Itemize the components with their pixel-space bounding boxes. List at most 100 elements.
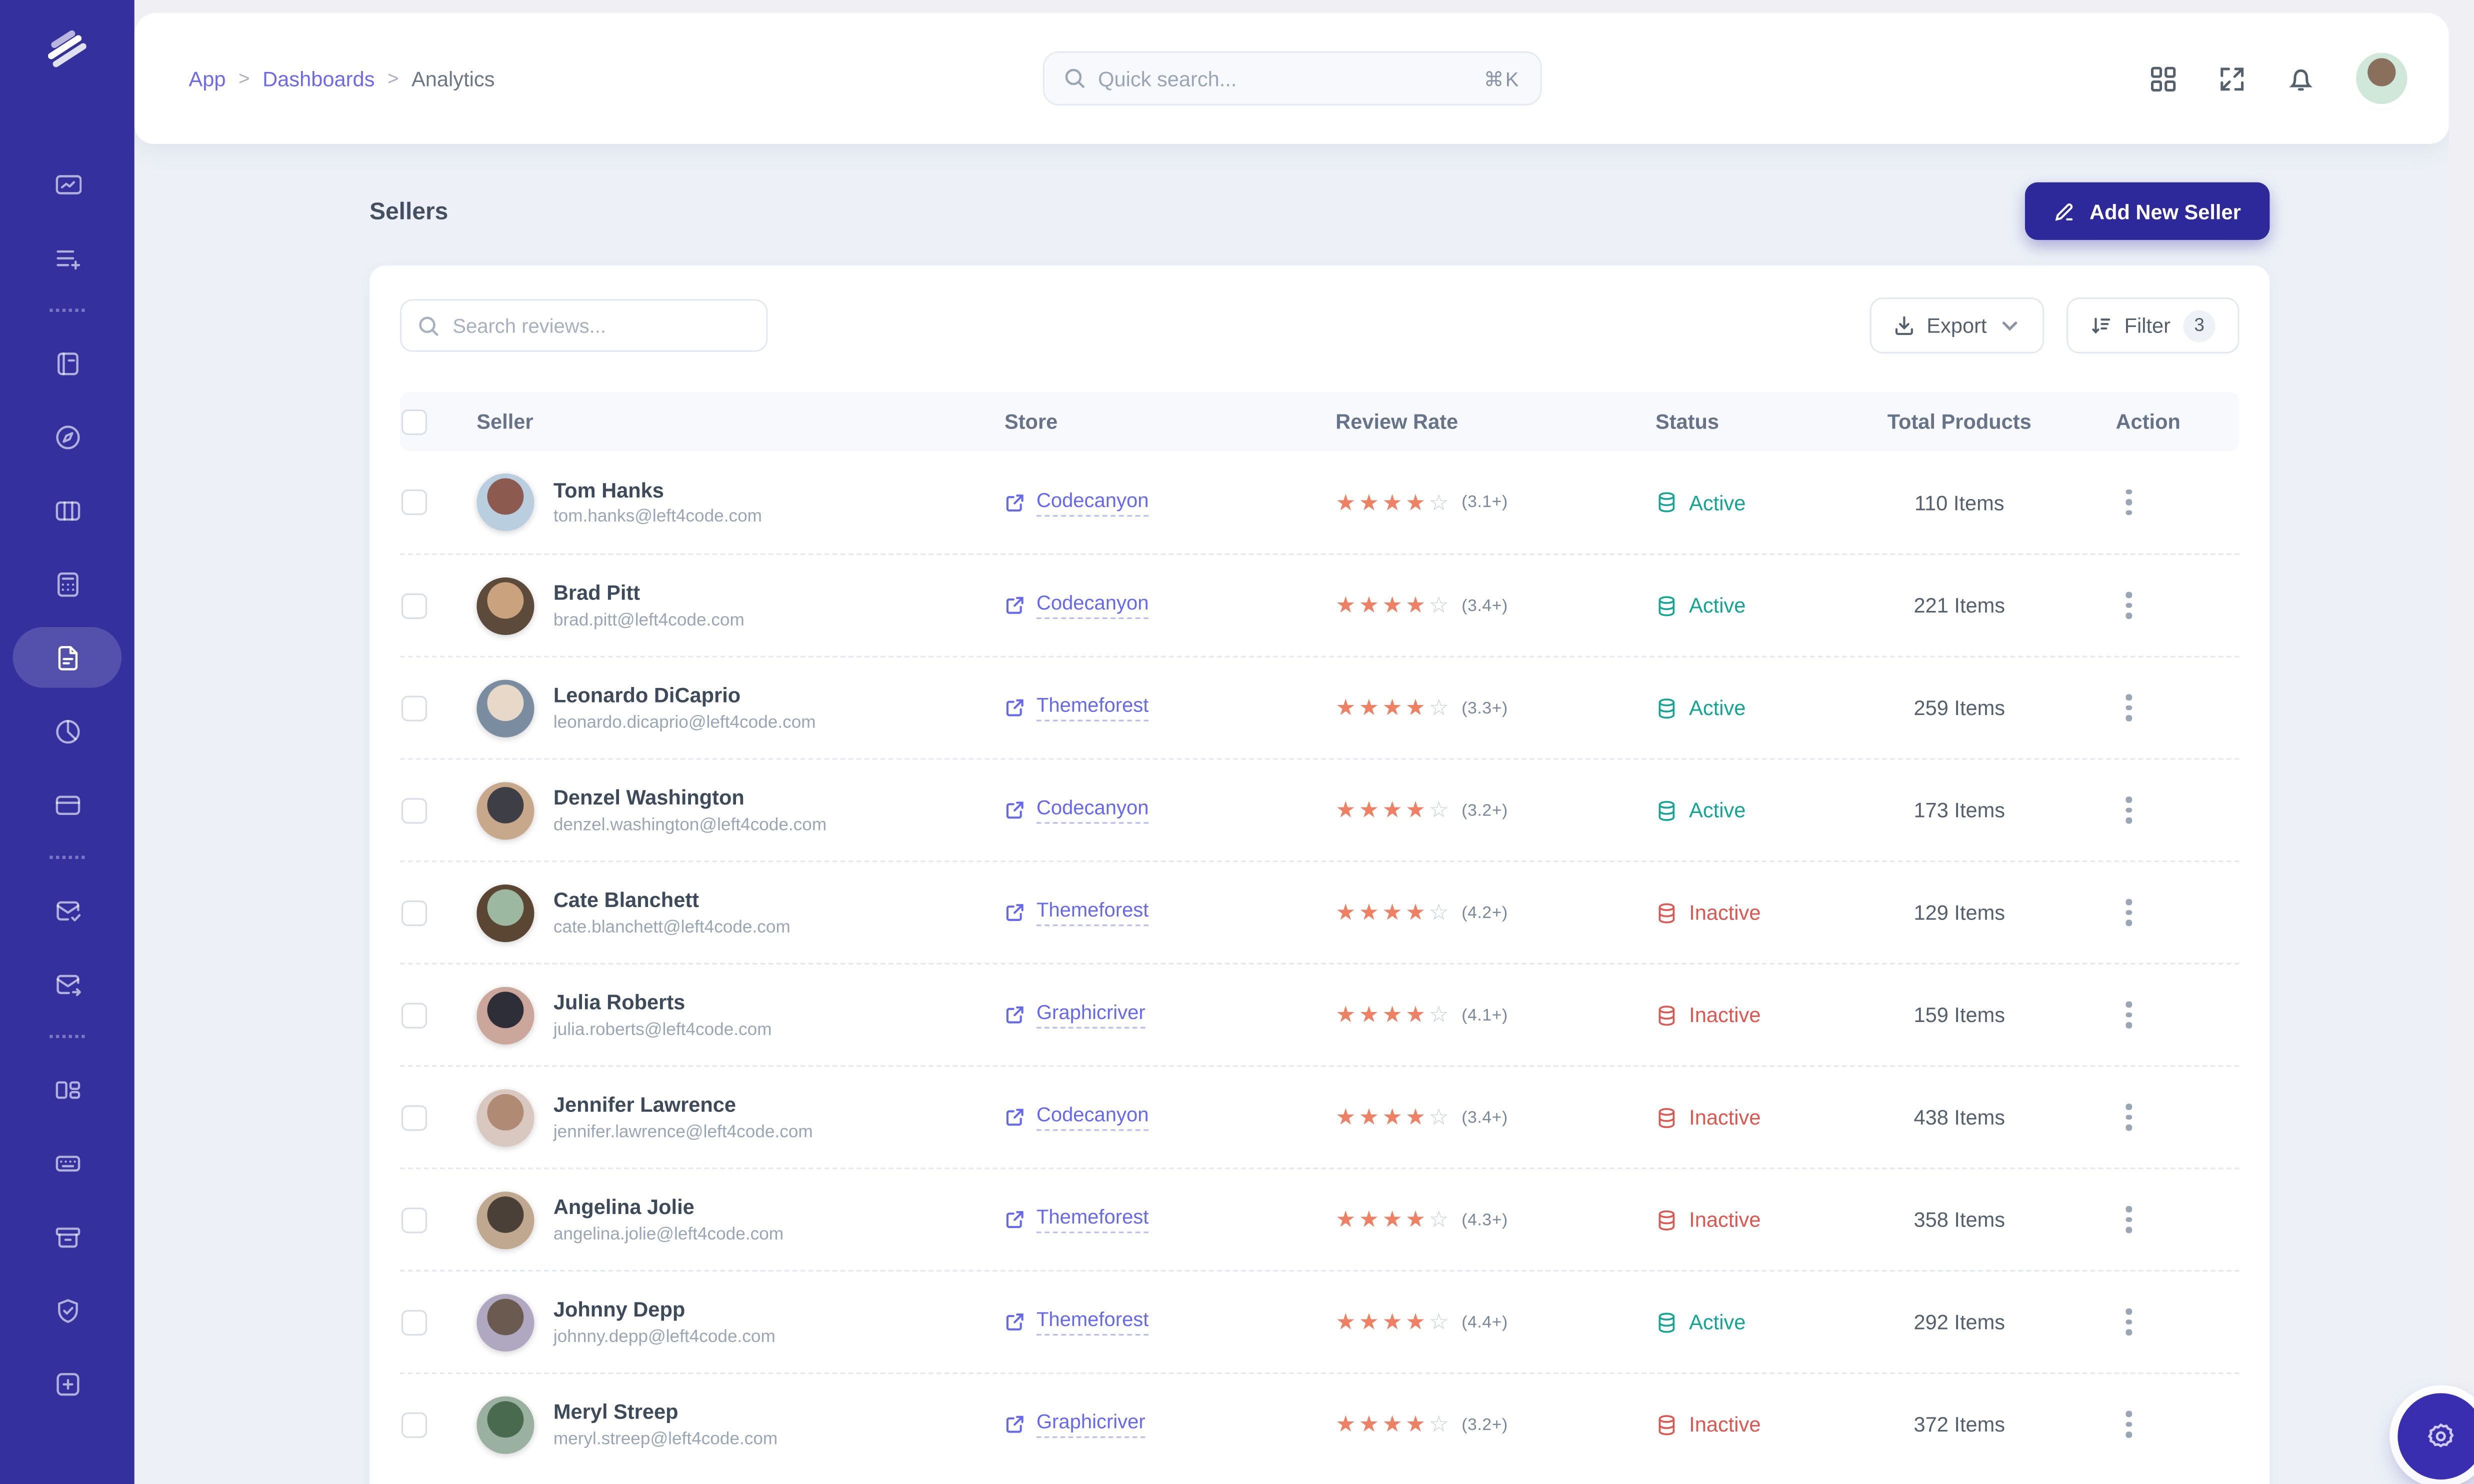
- row-actions-menu-icon[interactable]: [2120, 482, 2138, 522]
- seller-name[interactable]: Denzel Washington: [554, 786, 826, 810]
- apps-grid-icon[interactable]: [2150, 65, 2176, 92]
- sidebar-item-notebook[interactable]: [13, 332, 122, 394]
- export-button[interactable]: Export: [1869, 298, 2044, 354]
- breadcrumb-dashboards[interactable]: Dashboards: [262, 66, 374, 90]
- sidebar-divider: [50, 308, 85, 312]
- star-empty-icon: ☆: [1428, 898, 1449, 925]
- sidebar-item-layout-columns[interactable]: [13, 480, 122, 541]
- seller-avatar[interactable]: [476, 884, 534, 942]
- store-link[interactable]: Themeforest: [1036, 899, 1149, 926]
- star-filled-icon: ★: [1405, 898, 1426, 925]
- seller-name[interactable]: Meryl Streep: [554, 1400, 778, 1424]
- search-reviews-input[interactable]: Search reviews...: [400, 299, 768, 352]
- store-link[interactable]: Themeforest: [1036, 1206, 1149, 1234]
- breadcrumb-app[interactable]: App: [188, 66, 226, 90]
- star-filled-icon: ★: [1405, 1001, 1426, 1027]
- sidebar-item-keyboard[interactable]: [13, 1132, 122, 1194]
- sidebar-item-list-plus[interactable]: [13, 227, 122, 288]
- seller-avatar[interactable]: [476, 473, 534, 532]
- seller-avatar[interactable]: [476, 1396, 534, 1454]
- sidebar-divider: [50, 1034, 85, 1038]
- seller-avatar[interactable]: [476, 1293, 534, 1351]
- store-cell: Codecanyon: [1004, 796, 1336, 824]
- sidebar-item-file-invoice[interactable]: [12, 627, 122, 688]
- sidebar-item-line-chart[interactable]: [13, 154, 122, 214]
- star-filled-icon: ★: [1382, 1206, 1402, 1232]
- store-link[interactable]: Codecanyon: [1036, 592, 1149, 620]
- row-checkbox[interactable]: [401, 592, 428, 618]
- row-actions-menu-icon[interactable]: [2120, 790, 2138, 830]
- row-actions-menu-icon[interactable]: [2120, 688, 2138, 727]
- quick-search-input[interactable]: Quick search... ⌘K: [1042, 51, 1542, 106]
- export-label: Export: [1926, 314, 1987, 338]
- row-actions-menu-icon[interactable]: [2120, 586, 2138, 625]
- seller-name[interactable]: Johnny Depp: [554, 1298, 776, 1322]
- breadcrumb-separator: >: [388, 67, 399, 90]
- row-checkbox[interactable]: [401, 1104, 428, 1130]
- sidebar-item-compass[interactable]: [13, 406, 122, 468]
- seller-avatar[interactable]: [476, 986, 534, 1044]
- seller-name[interactable]: Tom Hanks: [554, 478, 762, 502]
- row-actions-menu-icon[interactable]: [2120, 1098, 2138, 1136]
- select-all-checkbox[interactable]: [401, 408, 428, 434]
- store-link[interactable]: Themeforest: [1036, 1308, 1149, 1336]
- row-checkbox[interactable]: [401, 1412, 428, 1438]
- maximize-icon[interactable]: [2218, 65, 2246, 92]
- column-header-review-rate: Review Rate: [1336, 409, 1458, 434]
- filter-button[interactable]: Filter 3: [2066, 298, 2240, 354]
- seller-name[interactable]: Julia Roberts: [554, 990, 772, 1014]
- action-cell: [2064, 893, 2240, 932]
- store-link[interactable]: Codecanyon: [1036, 488, 1149, 516]
- star-filled-icon: ★: [1382, 1001, 1402, 1027]
- seller-name[interactable]: Leonardo DiCaprio: [554, 684, 816, 708]
- row-actions-menu-icon[interactable]: [2120, 1302, 2138, 1342]
- bell-icon[interactable]: [2288, 65, 2314, 92]
- sidebar-item-shield-check[interactable]: [13, 1280, 122, 1340]
- seller-name[interactable]: Cate Blanchett: [554, 888, 790, 912]
- row-checkbox[interactable]: [401, 694, 428, 721]
- row-checkbox[interactable]: [401, 1309, 428, 1335]
- row-checkbox[interactable]: [401, 489, 428, 516]
- store-link[interactable]: Codecanyon: [1036, 796, 1149, 824]
- seller-avatar[interactable]: [476, 678, 534, 737]
- store-link[interactable]: Graphicriver: [1036, 1002, 1146, 1028]
- table-row: Brad Pitt brad.pitt@left4code.com Codeca…: [400, 553, 2240, 656]
- sidebar-item-mail-forward[interactable]: [13, 954, 122, 1014]
- user-avatar[interactable]: [2356, 52, 2408, 104]
- table-body: Tom Hanks tom.hanks@left4code.com Codeca…: [400, 451, 2240, 1474]
- seller-name[interactable]: Brad Pitt: [554, 581, 744, 605]
- row-actions-menu-icon[interactable]: [2120, 893, 2138, 932]
- database-icon: [1658, 1107, 1675, 1128]
- sidebar-item-calculator[interactable]: [13, 554, 122, 614]
- search-icon: [419, 316, 439, 336]
- seller-avatar[interactable]: [476, 781, 534, 839]
- sidebar-item-layout-grid[interactable]: [13, 1059, 122, 1120]
- seller-avatar[interactable]: [476, 1088, 534, 1146]
- store-cell: Codecanyon: [1004, 592, 1336, 620]
- row-actions-menu-icon[interactable]: [2120, 1405, 2138, 1444]
- seller-avatar[interactable]: [476, 1190, 534, 1248]
- seller-name[interactable]: Angelina Jolie: [554, 1195, 784, 1219]
- star-filled-icon: ★: [1336, 796, 1356, 822]
- row-actions-menu-icon[interactable]: [2120, 1200, 2138, 1239]
- sidebar-item-pie-chart[interactable]: [13, 700, 122, 762]
- row-checkbox[interactable]: [401, 1002, 428, 1028]
- add-new-seller-button[interactable]: Add New Seller: [2026, 182, 2270, 240]
- sidebar-item-square-plus[interactable]: [13, 1353, 122, 1414]
- sidebar-item-mail-check[interactable]: [13, 880, 122, 940]
- store-link[interactable]: Codecanyon: [1036, 1104, 1149, 1131]
- row-checkbox[interactable]: [401, 900, 428, 926]
- row-checkbox[interactable]: [401, 1206, 428, 1232]
- total-products-cell: 372 Items: [1914, 1412, 2006, 1436]
- seller-avatar[interactable]: [476, 576, 534, 634]
- store-link[interactable]: Themeforest: [1036, 694, 1149, 722]
- store-link[interactable]: Graphicriver: [1036, 1411, 1146, 1438]
- sidebar-item-panel[interactable]: [13, 774, 122, 835]
- app-logo-icon[interactable]: [40, 29, 94, 70]
- seller-name[interactable]: Jennifer Lawrence: [554, 1093, 813, 1117]
- gear-icon: [2428, 1423, 2454, 1448]
- row-checkbox[interactable]: [401, 797, 428, 823]
- panel-icon: [55, 794, 80, 814]
- row-actions-menu-icon[interactable]: [2120, 996, 2138, 1034]
- sidebar-item-archive[interactable]: [13, 1206, 122, 1267]
